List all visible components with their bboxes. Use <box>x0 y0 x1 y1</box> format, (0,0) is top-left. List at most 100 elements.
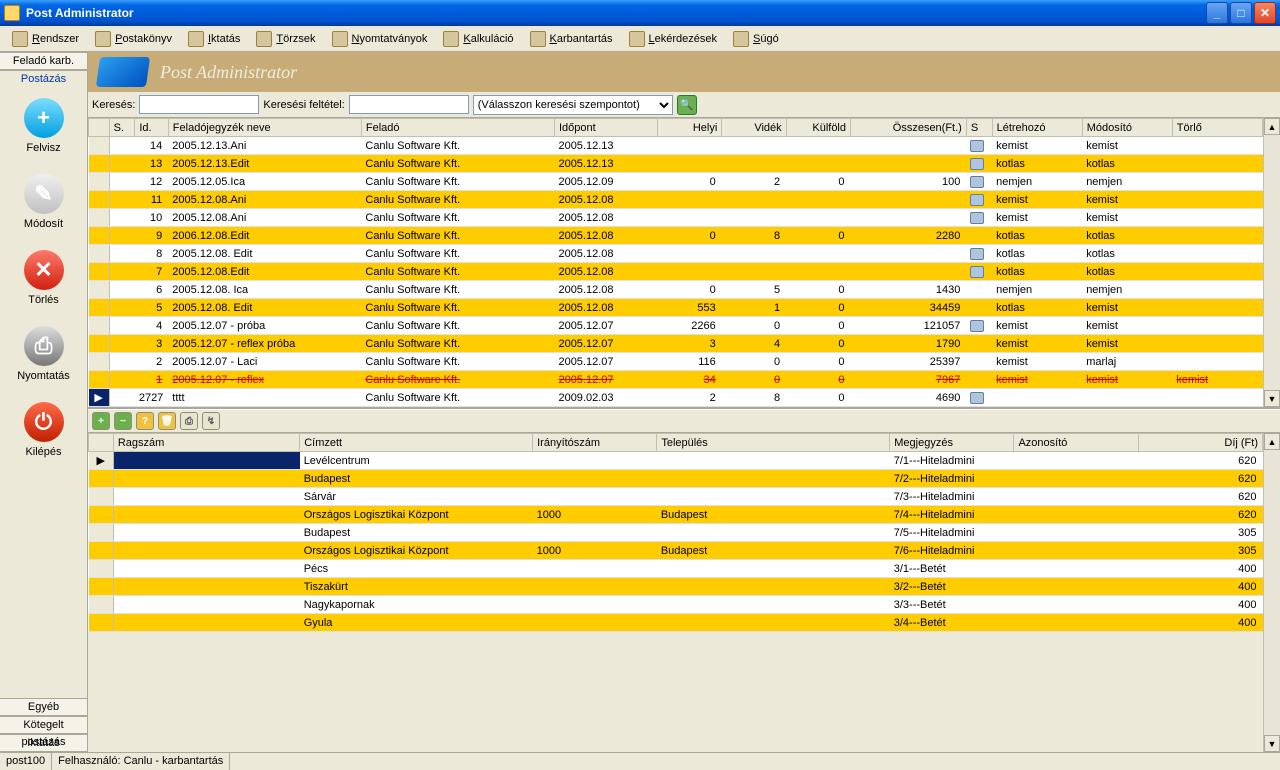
table-row[interactable]: ▶Levélcentrum7/1---Hiteladmini620 <box>89 452 1263 470</box>
g1-header[interactable]: Feladó <box>361 119 554 137</box>
close-button[interactable]: ✕ <box>1254 2 1276 24</box>
status-left: post100 <box>0 753 52 770</box>
table-row[interactable]: 112005.12.08.AniCanlu Software Kft.2005.… <box>89 191 1263 209</box>
g2-header[interactable]: Település <box>657 434 890 452</box>
table-row[interactable]: Országos Logisztikai Központ1000Budapest… <box>89 506 1263 524</box>
bottom-grid-table[interactable]: RagszámCímzettIrányítószámTelepülésMegje… <box>88 433 1263 632</box>
g1-header[interactable] <box>89 119 110 137</box>
search-bar: Keresés: Keresési feltétel: (Válasszon k… <box>88 92 1280 118</box>
top-grid-table[interactable]: S.Id.Feladójegyzék neveFeladóIdőpontHely… <box>88 118 1263 407</box>
search-value-input[interactable] <box>139 95 259 114</box>
g1-header[interactable]: Időpont <box>554 119 657 137</box>
mid-add-button[interactable]: + <box>92 412 110 430</box>
menu-rendszer[interactable]: Rendszer <box>4 29 87 49</box>
table-row[interactable]: Országos Logisztikai Központ1000Budapest… <box>89 542 1263 560</box>
table-row[interactable]: 82005.12.08. EditCanlu Software Kft.2005… <box>89 245 1263 263</box>
menu-icon <box>256 31 272 47</box>
mid-swap-button[interactable]: ↯ <box>202 412 220 430</box>
bottom-grid-scrollbar[interactable]: ▲▼ <box>1263 433 1280 752</box>
g2-header[interactable]: Díj (Ft) <box>1138 434 1262 452</box>
sidebar-tab-1[interactable]: Postázás <box>0 70 87 88</box>
tool-del[interactable]: ✕Törlés <box>0 250 87 306</box>
tool-edit[interactable]: ✎Módosít <box>0 174 87 230</box>
sidebar-bottom-2[interactable]: Iktatás <box>0 734 87 752</box>
menu-karbantartás[interactable]: Karbantartás <box>522 29 621 49</box>
table-row[interactable]: 12005.12.07 - reflexCanlu Software Kft.2… <box>89 371 1263 389</box>
table-row[interactable]: Pécs3/1---Betét400 <box>89 560 1263 578</box>
g1-header[interactable]: Összesen(Ft.) <box>851 119 967 137</box>
search-filter-input[interactable] <box>349 95 469 114</box>
window-titlebar: Post Administrator _ □ ✕ <box>0 0 1280 26</box>
table-row[interactable]: Sárvár7/3---Hiteladmini620 <box>89 488 1263 506</box>
menu-icon <box>443 31 459 47</box>
table-row[interactable]: Nagykapornak3/3---Betét400 <box>89 596 1263 614</box>
g1-header[interactable]: S. <box>109 119 135 137</box>
menu-lekérdezések[interactable]: Lekérdezések <box>621 29 726 49</box>
tool-label: Módosít <box>0 218 87 230</box>
menu-súgó[interactable]: Súgó <box>725 29 787 49</box>
maximize-button[interactable]: □ <box>1230 2 1252 24</box>
mid-print-button[interactable]: ⎙ <box>180 412 198 430</box>
sidebar-tab-0[interactable]: Feladó karb. <box>0 52 87 70</box>
mid-remove-button[interactable]: − <box>114 412 132 430</box>
bottom-grid: RagszámCímzettIrányítószámTelepülésMegje… <box>88 433 1280 752</box>
table-row[interactable]: 122005.12.05.IcaCanlu Software Kft.2005.… <box>89 173 1263 191</box>
menu-postakönyv[interactable]: Postakönyv <box>87 29 180 49</box>
sidebar-bottom-0[interactable]: Egyéb <box>0 698 87 716</box>
window-title: Post Administrator <box>26 6 1204 20</box>
g2-header[interactable]: Címzett <box>300 434 533 452</box>
table-row[interactable]: Tiszakürt3/2---Betét400 <box>89 578 1263 596</box>
table-row[interactable]: ▶2727ttttCanlu Software Kft.2009.02.0328… <box>89 389 1263 407</box>
g2-header[interactable]: Megjegyzés <box>890 434 1014 452</box>
tool-label: Nyomtatás <box>0 370 87 382</box>
g2-header[interactable]: Azonosító <box>1014 434 1138 452</box>
g1-header[interactable]: Feladójegyzék neve <box>168 119 361 137</box>
menu-icon <box>332 31 348 47</box>
top-grid-scrollbar[interactable]: ▲▼ <box>1263 118 1280 407</box>
table-row[interactable]: 62005.12.08. IcaCanlu Software Kft.2005.… <box>89 281 1263 299</box>
table-row[interactable]: 102005.12.08.AniCanlu Software Kft.2005.… <box>89 209 1263 227</box>
menu-icon <box>733 31 749 47</box>
menu-kalkuláció[interactable]: Kalkuláció <box>435 29 521 49</box>
g1-header[interactable]: Helyi <box>657 119 721 137</box>
table-row[interactable]: 92006.12.08.EditCanlu Software Kft.2005.… <box>89 227 1263 245</box>
tool-label: Kilépés <box>0 446 87 458</box>
g1-header[interactable]: Vidék <box>722 119 786 137</box>
g1-header[interactable]: Törlő <box>1172 119 1262 137</box>
g1-header[interactable]: Id. <box>135 119 168 137</box>
table-row[interactable]: Budapest7/5---Hiteladmini305 <box>89 524 1263 542</box>
menu-törzsek[interactable]: Törzsek <box>248 29 323 49</box>
g1-header[interactable]: Módosító <box>1082 119 1172 137</box>
mid-trash-button[interactable]: 🗑 <box>158 412 176 430</box>
g1-header[interactable]: Létrehozó <box>992 119 1082 137</box>
table-row[interactable]: 32005.12.07 - reflex próbaCanlu Software… <box>89 335 1263 353</box>
table-row[interactable]: 72005.12.08.EditCanlu Software Kft.2005.… <box>89 263 1263 281</box>
tool-add[interactable]: +Felvisz <box>0 98 87 154</box>
printer-icon <box>970 158 984 170</box>
table-row[interactable]: 132005.12.13.EditCanlu Software Kft.2005… <box>89 155 1263 173</box>
table-row[interactable]: 52005.12.08. EditCanlu Software Kft.2005… <box>89 299 1263 317</box>
search-go-button[interactable]: 🔍 <box>677 95 697 115</box>
menu-iktatás[interactable]: Iktatás <box>180 29 248 49</box>
table-row[interactable]: 142005.12.13.AniCanlu Software Kft.2005.… <box>89 137 1263 155</box>
minimize-button[interactable]: _ <box>1206 2 1228 24</box>
sidebar-bottom-1[interactable]: Kötegelt postázás <box>0 716 87 734</box>
g1-header[interactable]: Külföld <box>786 119 850 137</box>
table-row[interactable]: 42005.12.07 - próbaCanlu Software Kft.20… <box>89 317 1263 335</box>
printer-icon <box>970 320 984 332</box>
g2-header[interactable]: Irányítószám <box>533 434 657 452</box>
g2-header[interactable]: Ragszám <box>113 434 299 452</box>
search-combo[interactable]: (Válasszon keresési szempontot) <box>473 95 673 115</box>
table-row[interactable]: Gyula3/4---Betét400 <box>89 614 1263 632</box>
g2-header[interactable] <box>89 434 114 452</box>
g1-header[interactable]: S <box>966 119 992 137</box>
menu-icon <box>188 31 204 47</box>
tool-exit[interactable]: ⏻Kilépés <box>0 402 87 458</box>
menu-nyomtatványok[interactable]: Nyomtatványok <box>324 29 436 49</box>
table-row[interactable]: Budapest7/2---Hiteladmini620 <box>89 470 1263 488</box>
mid-help-button[interactable]: ? <box>136 412 154 430</box>
tool-label: Törlés <box>0 294 87 306</box>
tool-prn[interactable]: ⎙ Nyomtatás <box>0 326 87 382</box>
table-row[interactable]: 22005.12.07 - LaciCanlu Software Kft.200… <box>89 353 1263 371</box>
prn-icon: ⎙ <box>24 326 64 366</box>
